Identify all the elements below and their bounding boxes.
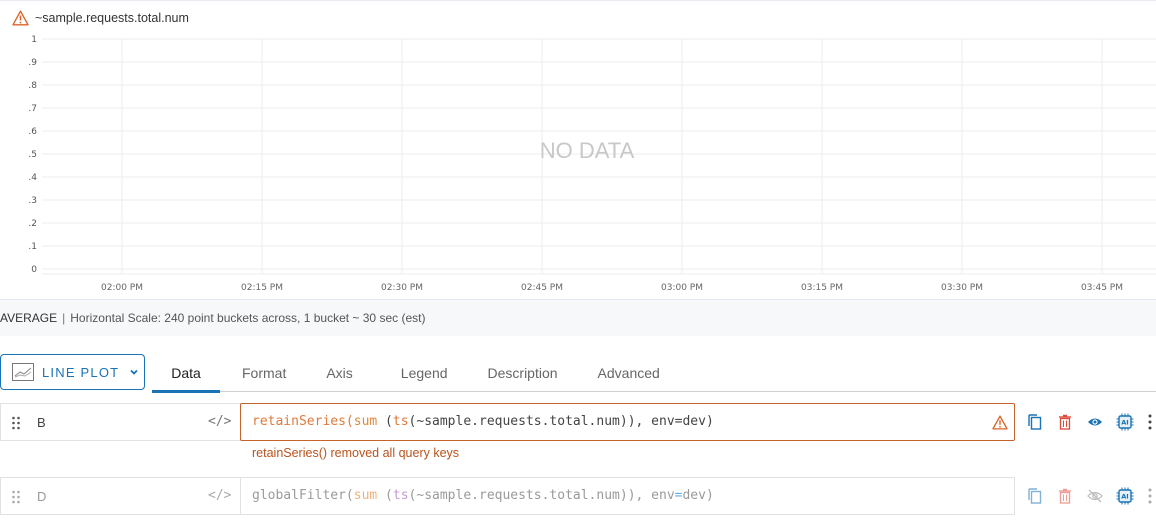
x-tick-label: 02:00 PM [101, 283, 143, 293]
tab-label: Advanced [597, 365, 660, 381]
tab-format[interactable]: Format [224, 354, 304, 392]
code-toggle-icon[interactable]: </> [208, 414, 231, 429]
x-tick-label: 03:45 PM [1081, 283, 1123, 293]
delete-query-button[interactable] [1050, 477, 1080, 515]
query-name[interactable]: D [37, 489, 46, 504]
ai-assist-button[interactable]: AI [1110, 477, 1140, 515]
chart-title: ~sample.requests.total.num [35, 11, 189, 25]
trash-icon [1059, 488, 1071, 504]
x-tick-label: 02:15 PM [241, 283, 283, 293]
copy-icon [1028, 488, 1042, 504]
query-name[interactable]: B [37, 415, 46, 430]
expr-ts: ts [392, 414, 409, 429]
query-name-cell: B </> [0, 403, 241, 441]
query-expression-input[interactable]: globalFilter(sum (ts(~sample.requests.to… [240, 477, 1015, 515]
more-options-button[interactable] [1144, 477, 1156, 515]
tab-label: Format [242, 365, 287, 381]
warning-triangle-icon [12, 10, 29, 26]
tab-description[interactable]: Description [470, 354, 576, 392]
duplicate-query-button[interactable] [1020, 403, 1050, 441]
editor-toolbar: LINE PLOT Data Format Axis Legend Descri… [0, 336, 1156, 393]
query-expression-input[interactable]: retainSeries(sum (ts(~sample.requests.to… [240, 403, 1015, 441]
editor-tabs: Data Format Axis Legend Description Adva… [152, 354, 1156, 393]
summary-separator: | [62, 311, 66, 325]
tab-axis[interactable]: Axis [308, 354, 370, 392]
query-actions: AI [1020, 403, 1156, 441]
x-tick-label: 02:45 PM [521, 283, 563, 293]
chart-type-label: LINE PLOT [42, 364, 120, 380]
kebab-menu-icon [1148, 414, 1152, 430]
expr-text: (~sample.requests.total.num)), env [408, 414, 675, 429]
summary-mode: AVERAGE [0, 311, 58, 325]
trash-icon [1059, 414, 1071, 430]
y-tick-label: .7 [28, 104, 37, 114]
query-error-message: retainSeries() removed all query keys [252, 446, 460, 460]
chart-summary-bar: AVERAGE | Horizontal Scale: 240 point buck… [0, 300, 1156, 336]
y-tick-label: 1 [31, 35, 37, 45]
svg-text:AI: AI [1121, 419, 1128, 427]
chart-plot-area[interactable]: 0 .1 .2 .3 .4 .5 .6 .7 .8 .9 1 02:00 PM 02:15 PM 02:3… [0, 29, 1156, 301]
x-tick-label: 03:00 PM [661, 283, 703, 293]
chart-editor: ~sample.requests.total.num 0 .1 .2 .3 .4 .5 .6… [0, 0, 1156, 532]
expr-text: (~sample.requests.total.num)), env [408, 488, 675, 503]
tab-label: Axis [326, 365, 353, 381]
tab-legend[interactable]: Legend [383, 354, 466, 392]
more-options-button[interactable] [1144, 403, 1156, 441]
chart-type-dropdown[interactable]: LINE PLOT [0, 354, 145, 390]
delete-query-button[interactable] [1050, 403, 1080, 441]
tab-advanced[interactable]: Advanced [580, 354, 678, 392]
query-row: B </> retainSeries(sum (ts(~sample.reque… [0, 403, 1156, 441]
expr-function: retainSeries( [252, 414, 354, 429]
y-tick-label: .1 [28, 242, 37, 252]
line-chart-icon [12, 363, 34, 381]
code-toggle-icon[interactable]: </> [208, 488, 231, 503]
y-tick-label: .4 [28, 173, 37, 183]
summary-text: AVERAGE | Horizontal Scale: 240 point buck… [0, 311, 425, 325]
eye-off-icon [1087, 489, 1103, 503]
chart-panel: ~sample.requests.total.num 0 .1 .2 .3 .4 .5 .6… [0, 0, 1156, 300]
copy-icon [1028, 414, 1042, 430]
expr-text: ( [377, 488, 393, 503]
toggle-visibility-button[interactable] [1080, 403, 1110, 441]
expr-ts: ts [392, 488, 409, 503]
expr-function: globalFilter( [252, 488, 354, 503]
y-tick-label: .3 [28, 196, 37, 206]
duplicate-query-button[interactable] [1020, 477, 1050, 515]
drag-handle-icon[interactable] [11, 416, 21, 430]
chart-header: ~sample.requests.total.num [12, 9, 189, 27]
tab-label: Legend [400, 365, 448, 381]
y-tick-label: .9 [28, 58, 37, 68]
kebab-menu-icon [1148, 488, 1152, 504]
chevron-down-icon [130, 369, 138, 375]
query-actions: AI [1020, 477, 1156, 515]
y-tick-label: .2 [28, 219, 37, 229]
toggle-visibility-button[interactable] [1080, 477, 1110, 515]
tab-label: Description [487, 365, 558, 381]
x-tick-label: 02:30 PM [381, 283, 423, 293]
y-tick-label: .8 [28, 81, 37, 91]
expr-aggregate: sum [353, 488, 378, 503]
ai-assist-button[interactable]: AI [1110, 403, 1140, 441]
query-name-cell: D </> [0, 477, 241, 515]
ai-chip-icon: AI [1116, 487, 1134, 505]
drag-handle-icon[interactable] [11, 490, 21, 504]
warning-triangle-icon [992, 415, 1008, 430]
x-tick-label: 03:30 PM [941, 283, 983, 293]
expr-text: dev) [682, 488, 714, 503]
expr-text: ( [377, 414, 393, 429]
expr-text: dev) [682, 414, 714, 429]
svg-text:AI: AI [1121, 493, 1128, 501]
tab-data[interactable]: Data [152, 354, 220, 393]
ai-chip-icon: AI [1116, 413, 1134, 431]
y-tick-label: 0 [31, 265, 37, 275]
query-row: D </> globalFilter(sum (ts(~sample.reque… [0, 477, 1156, 515]
x-tick-label: 03:15 PM [801, 283, 843, 293]
horizontal-scale-text: Horizontal Scale: 240 point buckets acro… [70, 311, 426, 325]
eye-icon [1088, 418, 1102, 426]
tab-label: Data [171, 365, 201, 381]
no-data-label: NO DATA [540, 138, 635, 163]
expr-aggregate: sum [353, 414, 378, 429]
y-tick-label: .5 [28, 150, 37, 160]
y-tick-label: .6 [28, 127, 37, 137]
